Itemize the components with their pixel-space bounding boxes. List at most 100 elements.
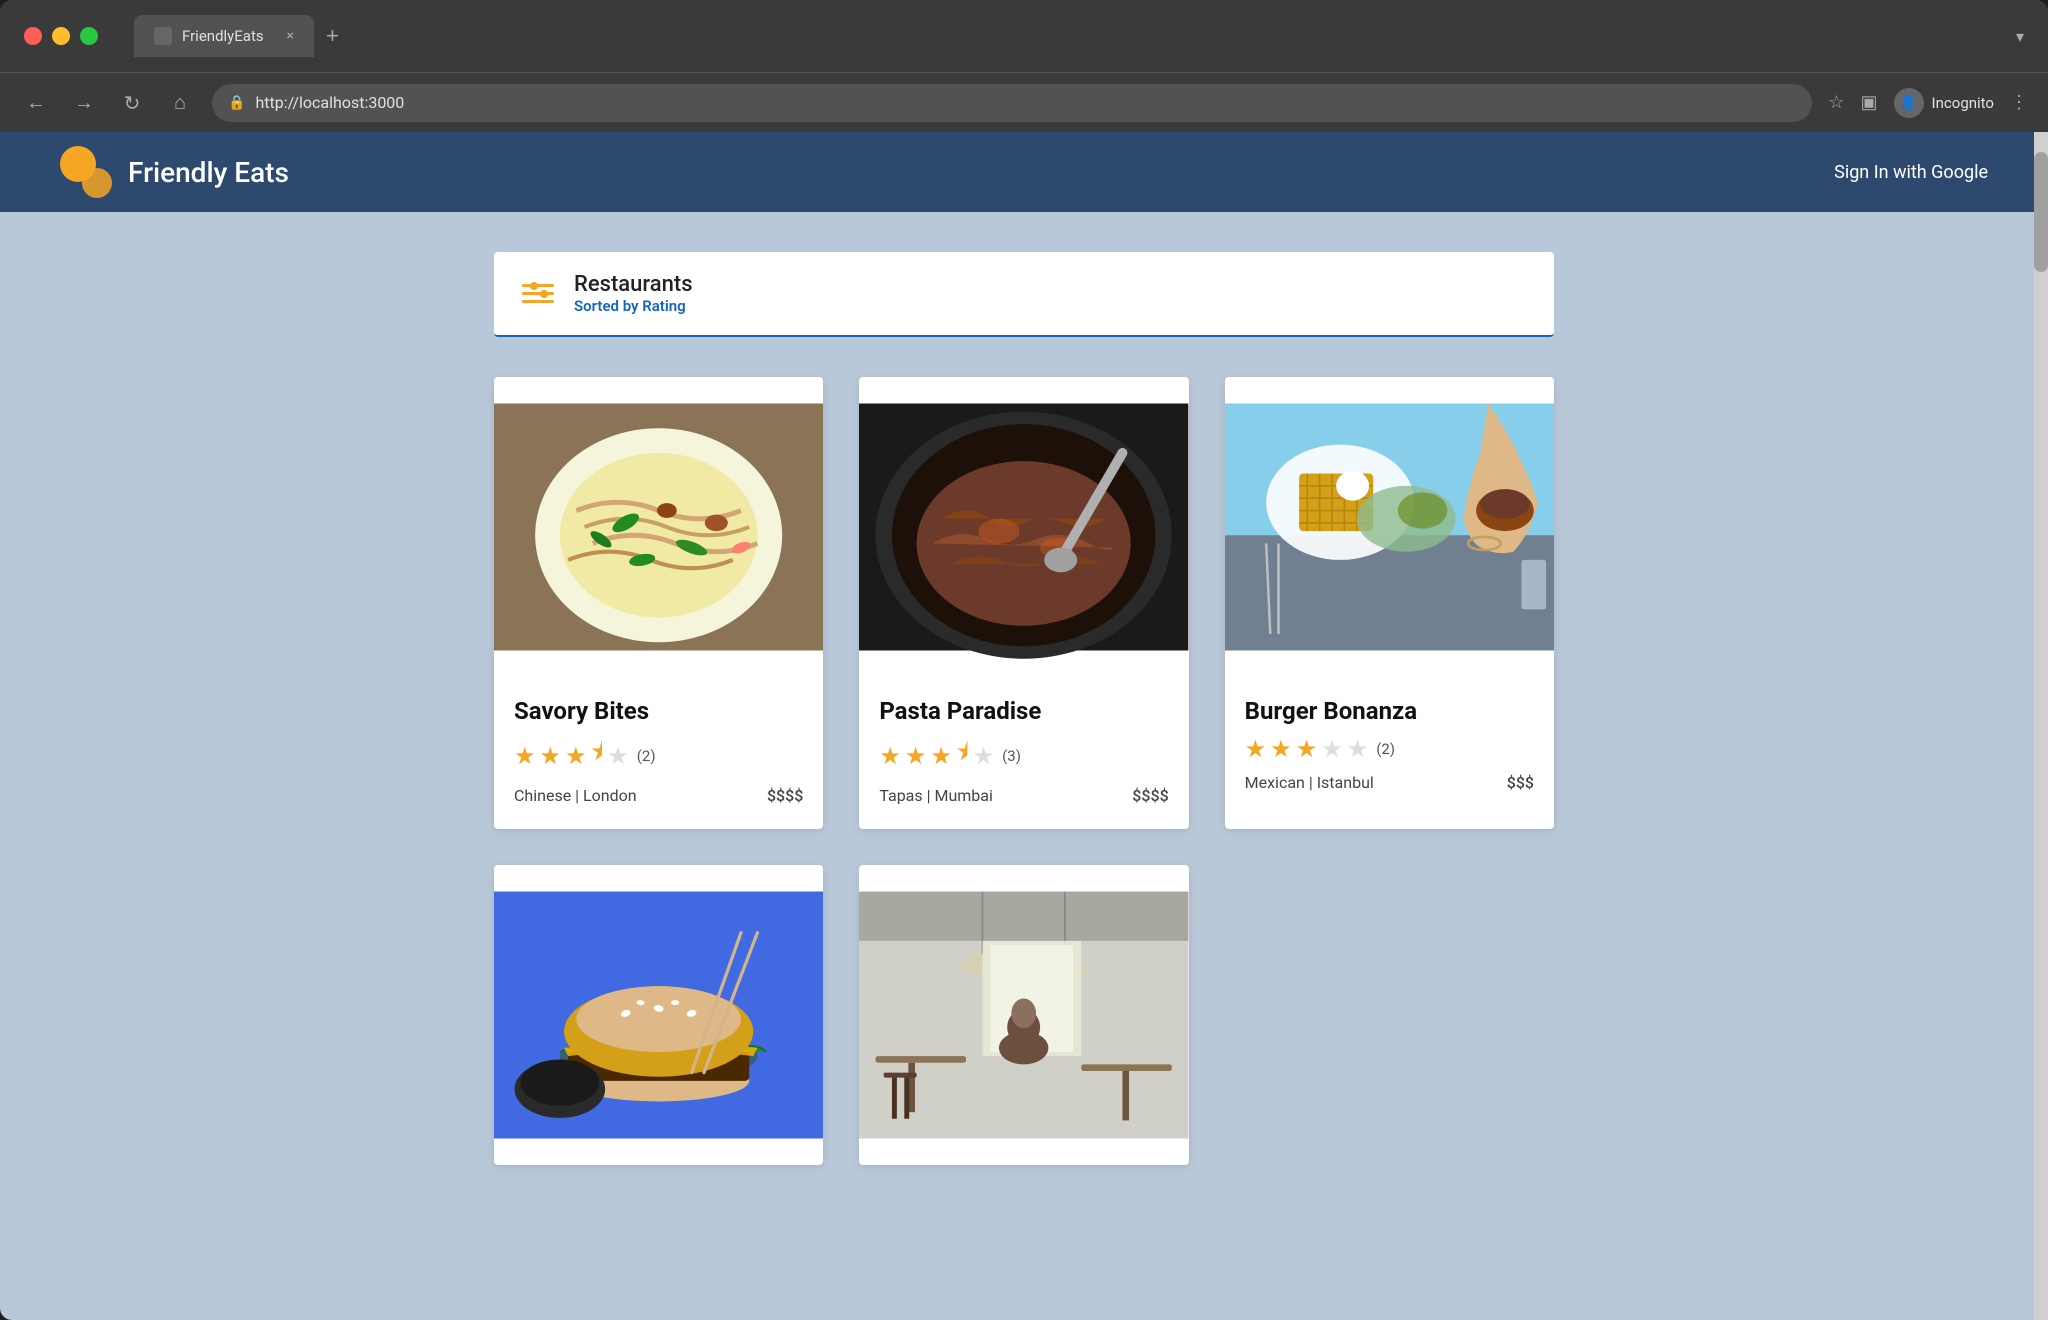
star-2-2: ★ [905, 742, 927, 770]
restaurant-image-5 [859, 865, 1188, 1165]
filter-dot-1 [530, 282, 538, 290]
restaurant-image-3 [1225, 377, 1554, 677]
filter-line-2 [522, 292, 554, 295]
restaurant-card-3[interactable]: Burger Bonanza ★ ★ ★ ★ ★ (2) Mexican | I… [1225, 377, 1554, 829]
avatar: 👤 [1894, 88, 1924, 118]
restaurant-card-4[interactable] [494, 865, 823, 1165]
incognito-label: Incognito [1932, 94, 1994, 112]
home-button[interactable]: ⌂ [164, 87, 196, 119]
star-1-4: ⯨ [591, 735, 604, 776]
lock-icon: 🔒 [228, 95, 245, 111]
logo-icon [60, 146, 112, 198]
main-content: Restaurants Sorted by Rating [0, 212, 2048, 1320]
review-count-1: (2) [637, 747, 656, 765]
star-1-5: ★ [607, 742, 629, 770]
restaurant-type-2: Tapas | Mumbai [879, 786, 993, 805]
food-svg-3 [1225, 377, 1554, 677]
browser-window: FriendlyEats × + ▾ ← → ↻ ⌂ 🔒 http://loca… [0, 0, 2048, 1320]
food-svg-5 [859, 865, 1188, 1165]
star-1-1: ★ [514, 742, 536, 770]
bookmark-icon[interactable]: ☆ [1828, 92, 1844, 113]
restaurant-image-1 [494, 377, 823, 677]
tab-bar: FriendlyEats × + [134, 15, 347, 57]
sign-in-button[interactable]: Sign In with Google [1834, 162, 1988, 183]
restaurant-image-2 [859, 377, 1188, 677]
restaurant-image-4 [494, 865, 823, 1165]
food-svg-4 [494, 865, 823, 1165]
sort-label: Sorted by Rating [574, 297, 693, 315]
star-1-3: ★ [565, 742, 587, 770]
food-svg-2 [859, 377, 1188, 677]
restaurant-price-2: $$$$ [1132, 786, 1168, 805]
restaurant-meta-1: Chinese | London $$$$ [514, 786, 803, 805]
content-wrapper: Restaurants Sorted by Rating [474, 252, 1574, 1165]
restaurant-name-3: Burger Bonanza [1245, 697, 1534, 725]
url-bar[interactable]: 🔒 http://localhost:3000 [212, 84, 1812, 122]
star-3-1: ★ [1245, 735, 1267, 763]
filter-line-3 [522, 300, 554, 303]
restaurants-info: Restaurants Sorted by Rating [574, 272, 693, 315]
star-1-2: ★ [540, 742, 562, 770]
restaurant-info-2: Pasta Paradise ★ ★ ★ ⯨ ★ (3) Tapas | Mum… [859, 677, 1188, 829]
filter-icon[interactable] [522, 284, 554, 303]
restaurant-card-5[interactable] [859, 865, 1188, 1165]
star-2-1: ★ [879, 742, 901, 770]
stars-2: ★ ★ ★ ⯨ ★ (3) [879, 735, 1168, 776]
restaurant-price-1: $$$$ [767, 786, 803, 805]
maximize-window-button[interactable] [80, 27, 98, 45]
close-tab-button[interactable]: × [287, 28, 294, 44]
restaurant-grid-row-2 [494, 865, 1554, 1165]
window-controls-dropdown[interactable]: ▾ [2016, 27, 2024, 46]
app-logo: Friendly Eats [60, 146, 289, 198]
active-tab[interactable]: FriendlyEats × [134, 15, 314, 57]
sidebar-icon[interactable]: ▣ [1861, 92, 1878, 113]
restaurant-meta-2: Tapas | Mumbai $$$$ [879, 786, 1168, 805]
restaurant-name-2: Pasta Paradise [879, 697, 1168, 725]
stars-3: ★ ★ ★ ★ ★ (2) [1245, 735, 1534, 763]
nav-bar: ← → ↻ ⌂ 🔒 http://localhost:3000 ☆ ▣ 👤 In… [0, 72, 2048, 132]
review-count-2: (3) [1002, 747, 1021, 765]
restaurant-type-3: Mexican | Istanbul [1245, 773, 1374, 792]
restaurant-info-3: Burger Bonanza ★ ★ ★ ★ ★ (2) Mexican | I… [1225, 677, 1554, 816]
star-2-5: ★ [973, 742, 995, 770]
filter-dot-2 [540, 290, 548, 298]
menu-dots-button[interactable]: ⋮ [2010, 92, 2028, 113]
restaurant-type-1: Chinese | London [514, 786, 637, 805]
stars-1: ★ ★ ★ ⯨ ★ (2) [514, 735, 803, 776]
back-button[interactable]: ← [20, 87, 52, 119]
food-svg-1 [494, 377, 823, 677]
app-header: Friendly Eats Sign In with Google [0, 132, 2048, 212]
traffic-lights [24, 27, 98, 45]
forward-button[interactable]: → [68, 87, 100, 119]
restaurants-header-card: Restaurants Sorted by Rating [494, 252, 1554, 337]
star-3-5: ★ [1347, 735, 1369, 763]
scrollbar-thumb[interactable] [2034, 152, 2048, 272]
restaurant-price-3: $$$ [1507, 773, 1534, 792]
restaurant-name-1: Savory Bites [514, 697, 803, 725]
incognito-badge[interactable]: 👤 Incognito [1894, 88, 1994, 118]
restaurant-grid: Savory Bites ★ ★ ★ ⯨ ★ (2) Chinese | Lon… [494, 377, 1554, 829]
new-tab-button[interactable]: + [318, 15, 347, 57]
app-title: Friendly Eats [128, 156, 289, 189]
restaurant-card-1[interactable]: Savory Bites ★ ★ ★ ⯨ ★ (2) Chinese | Lon… [494, 377, 823, 829]
star-3-2: ★ [1270, 735, 1292, 763]
restaurant-meta-3: Mexican | Istanbul $$$ [1245, 773, 1534, 792]
tab-title: FriendlyEats [182, 27, 264, 45]
reload-button[interactable]: ↻ [116, 87, 148, 119]
star-2-3: ★ [930, 742, 952, 770]
scrollbar-track [2034, 132, 2048, 1320]
url-text: http://localhost:3000 [255, 93, 404, 112]
star-3-3: ★ [1296, 735, 1318, 763]
close-window-button[interactable] [24, 27, 42, 45]
tab-favicon [154, 27, 172, 45]
app-container: Friendly Eats Sign In with Google [0, 132, 2048, 1320]
restaurant-card-2[interactable]: Pasta Paradise ★ ★ ★ ⯨ ★ (3) Tapas | Mum… [859, 377, 1188, 829]
nav-actions: ☆ ▣ 👤 Incognito ⋮ [1828, 88, 2028, 118]
logo-circle-2 [82, 168, 112, 198]
minimize-window-button[interactable] [52, 27, 70, 45]
title-bar: FriendlyEats × + ▾ [0, 0, 2048, 72]
star-2-4: ⯨ [956, 735, 969, 776]
restaurant-info-1: Savory Bites ★ ★ ★ ⯨ ★ (2) Chinese | Lon… [494, 677, 823, 829]
filter-line-1 [522, 284, 554, 287]
restaurants-title: Restaurants [574, 272, 693, 297]
